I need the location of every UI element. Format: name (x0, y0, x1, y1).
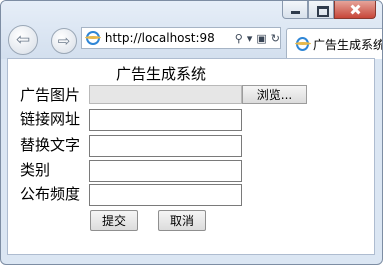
chevron-down-icon[interactable]: ▾ (247, 32, 253, 45)
minimize-button[interactable] (282, 1, 308, 19)
address-url[interactable]: http://localhost:98 (105, 31, 235, 45)
tab-ie-icon (295, 37, 311, 51)
category-label: 类别 (20, 161, 51, 179)
address-bar[interactable]: http://localhost:98 ⚲ ▾ ▣ ↻ (81, 27, 281, 49)
maximize-button[interactable] (308, 1, 334, 19)
image-label: 广告图片 (20, 86, 81, 104)
address-tools: ⚲ ▾ ▣ ↻ (235, 32, 280, 45)
page-title: 广告生成系统 (116, 65, 207, 83)
back-button[interactable]: ⇦ (8, 25, 38, 55)
search-icon[interactable]: ⚲ (235, 32, 243, 45)
page-content: 广告生成系统 广告图片 浏览... 链接网址 替换文字 类别 公布频度 提交 取… (7, 58, 375, 255)
submit-button[interactable]: 提交 (90, 210, 138, 231)
close-button[interactable] (334, 1, 376, 19)
forward-button[interactable]: ⇨ (51, 28, 77, 54)
title-bar: ⇦ ⇨ http://localhost:98 ⚲ ▾ ▣ ↻ 广告生成系统 (1, 1, 382, 59)
refresh-icon[interactable]: ↻ (271, 32, 280, 45)
tab-active[interactable]: 广告生成系统 (286, 28, 383, 59)
back-icon: ⇦ (15, 30, 31, 50)
browse-button[interactable]: 浏览... (242, 85, 307, 104)
frequency-input[interactable] (89, 184, 242, 206)
ie-icon (85, 31, 101, 45)
category-input[interactable] (89, 160, 242, 182)
link-label: 链接网址 (20, 110, 81, 128)
link-url-input[interactable] (89, 109, 242, 131)
cancel-button[interactable]: 取消 (158, 210, 206, 231)
alt-text-input[interactable] (89, 135, 242, 157)
frequency-label: 公布频度 (20, 185, 81, 203)
image-file-input[interactable] (89, 85, 242, 104)
browser-window: ⇦ ⇨ http://localhost:98 ⚲ ▾ ▣ ↻ 广告生成系统 广… (0, 0, 383, 265)
caption-buttons (282, 1, 376, 19)
tab-title: 广告生成系统 (312, 37, 383, 52)
forward-icon: ⇨ (57, 32, 71, 50)
compat-view-icon[interactable]: ▣ (256, 32, 266, 45)
alt-text-label: 替换文字 (20, 136, 81, 154)
